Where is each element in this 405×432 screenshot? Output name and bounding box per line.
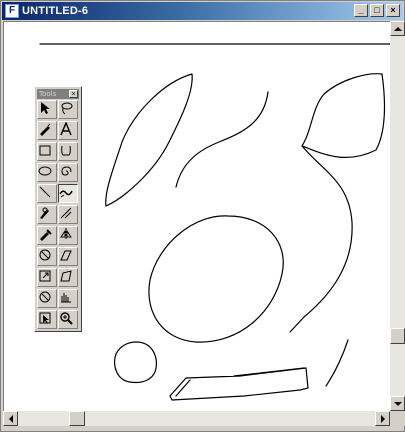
eyedropper-icon	[40, 229, 52, 241]
right-stem	[289, 145, 353, 333]
arrow-right-icon	[380, 414, 385, 423]
big-ellipse	[148, 215, 284, 343]
app-window: F UNTITLED-6 _ □ × Tools ×	[0, 0, 405, 432]
freehand-icon	[59, 190, 73, 198]
right-blob	[301, 73, 386, 158]
lasso-icon	[61, 102, 73, 115]
rectangle-icon	[39, 145, 51, 156]
tool-rotate[interactable]	[37, 247, 57, 266]
leaf-shape	[105, 73, 193, 207]
scale-icon	[39, 270, 51, 282]
subselect-icon	[39, 312, 51, 324]
tools-title-bar[interactable]: Tools ×	[37, 89, 79, 99]
drawing-canvas[interactable]: Tools ×	[3, 21, 390, 411]
tool-text[interactable]	[58, 121, 78, 140]
tool-eyedropper[interactable]	[37, 226, 57, 245]
scroll-up-button[interactable]	[390, 21, 405, 36]
trace-icon	[60, 207, 72, 219]
pen-icon	[40, 123, 51, 136]
skew-icon	[60, 250, 72, 261]
tool-spiral[interactable]	[58, 163, 78, 182]
scroll-down-button[interactable]	[390, 396, 405, 411]
arrow-up-icon	[393, 26, 402, 31]
tool-freehand[interactable]	[58, 184, 78, 203]
tool-trace[interactable]	[58, 205, 78, 224]
scroll-left-button[interactable]	[3, 411, 18, 426]
title-bar[interactable]: F UNTITLED-6 _ □ ×	[2, 2, 403, 20]
long-curve	[175, 91, 269, 188]
rotate-icon	[39, 249, 51, 261]
distort-icon	[60, 270, 72, 282]
tool-subselect[interactable]	[37, 310, 57, 329]
line-icon	[39, 186, 51, 198]
tool-knife[interactable]	[37, 205, 57, 224]
knife-icon	[40, 207, 49, 219]
reflect-icon	[60, 228, 72, 240]
fisheye-icon	[39, 291, 51, 303]
scrollbar-corner	[390, 411, 405, 426]
close-button[interactable]: ×	[386, 4, 400, 17]
graphic-hose-icon	[61, 293, 71, 303]
text-icon	[60, 122, 72, 136]
window-title: UNTITLED-6	[22, 5, 89, 17]
tool-pointer[interactable]	[37, 100, 57, 119]
tool-reflect[interactable]	[58, 226, 78, 245]
fh-icon[interactable]: F	[5, 4, 19, 18]
arrow-down-icon	[393, 401, 402, 406]
spiral-icon	[61, 166, 72, 176]
tool-bezigon[interactable]	[58, 142, 78, 161]
bottom-right-curve	[325, 339, 349, 387]
tool-zoom[interactable]	[58, 310, 78, 329]
tool-rectangle[interactable]	[37, 142, 57, 161]
arrow-left-icon	[8, 414, 13, 423]
bezigon-icon	[61, 145, 71, 156]
tool-fisheye[interactable]	[37, 289, 57, 308]
tool-lasso[interactable]	[58, 100, 78, 119]
tools-panel[interactable]: Tools ×	[34, 86, 82, 332]
tools-close-button[interactable]: ×	[69, 90, 78, 98]
pointer-icon	[41, 102, 50, 114]
tool-pen[interactable]	[37, 121, 57, 140]
tool-skew[interactable]	[58, 247, 78, 266]
minimize-button[interactable]: _	[354, 4, 368, 17]
vertical-scrollbar[interactable]	[390, 21, 405, 411]
tools-title: Tools	[39, 90, 57, 98]
scroll-right-button[interactable]	[375, 411, 390, 426]
small-circle	[113, 341, 157, 384]
horizontal-scrollbar[interactable]	[3, 411, 390, 426]
tool-ellipse[interactable]	[37, 163, 57, 182]
bottom-shape	[169, 367, 309, 401]
horizontal-scroll-thumb[interactable]	[69, 411, 86, 426]
maximize-button[interactable]: □	[370, 4, 384, 17]
ellipse-icon	[38, 166, 52, 176]
zoom-icon	[60, 312, 73, 325]
tool-line[interactable]	[37, 184, 57, 203]
tool-scale[interactable]	[37, 268, 57, 287]
tool-graphic-hose[interactable]	[58, 289, 78, 308]
vertical-scroll-thumb[interactable]	[390, 328, 405, 345]
tool-distort[interactable]	[58, 268, 78, 287]
